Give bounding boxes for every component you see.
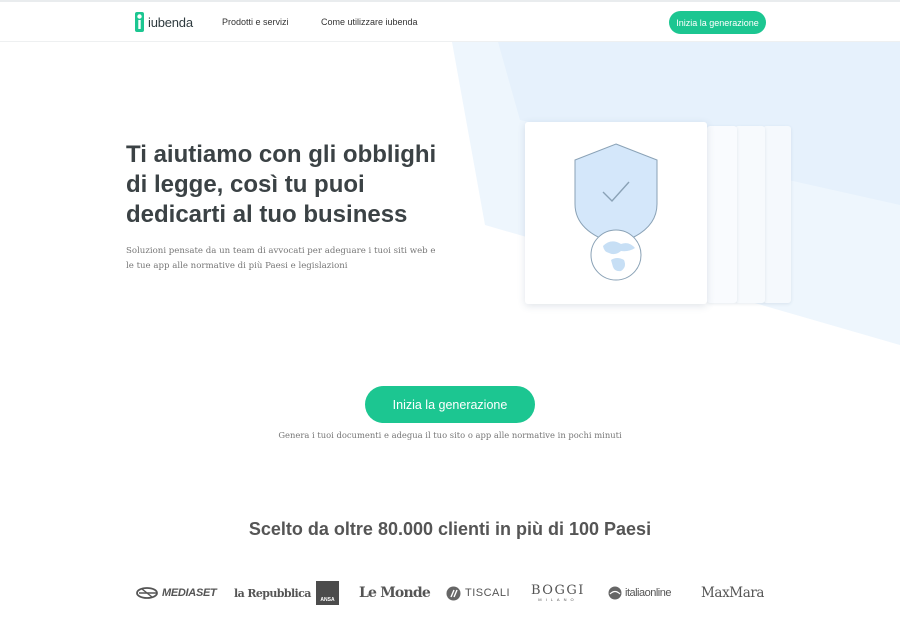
hero-subtext: Soluzioni pensate da un team di avvocati… xyxy=(126,246,436,271)
mediaset-logo-text: MEDIASET xyxy=(162,587,217,599)
boggi-milano-logo: BOGGI MILANO xyxy=(531,578,585,608)
maxmara-logo-text: MaxMara xyxy=(701,585,765,601)
ansa-logo-box: ANSA xyxy=(316,581,339,605)
tiscali-logo: TISCALI xyxy=(446,578,510,608)
boggi-logo-subtext: MILANO xyxy=(538,596,578,602)
hero-headline-line-3: dedicarti al tuo business xyxy=(126,201,408,228)
hero-headline: Ti aiutiamo con gli obblighi di legge, c… xyxy=(126,140,456,230)
italiaonline-logo: italiaonline xyxy=(608,578,671,608)
hero-illustration xyxy=(525,122,795,307)
tiscali-logo-text: TISCALI xyxy=(465,587,511,599)
tiscali-mark-icon xyxy=(446,586,461,600)
hero-headline-line-1: Ti aiutiamo con gli obblighi xyxy=(126,141,437,168)
top-navbar: iubenda Prodotti e servizi Come utilizza… xyxy=(0,2,900,42)
italiaonline-mark-icon xyxy=(608,586,622,600)
main-start-generation-button[interactable]: Inizia la generazione xyxy=(365,386,535,423)
ansa-logo-text: ANSA xyxy=(320,597,335,603)
client-logos: MEDIASET la Repubblica ANSA Le Monde TIS… xyxy=(0,578,900,608)
italiaonline-logo-text: italiaonline xyxy=(625,587,671,599)
cta-note: Genera i tuoi documenti e adegua il tuo … xyxy=(278,430,622,440)
mediaset-logo: MEDIASET xyxy=(136,578,217,608)
ansa-logo: ANSA xyxy=(316,578,339,608)
la-repubblica-logo: la Repubblica xyxy=(234,578,311,608)
boggi-logo-text: BOGGI xyxy=(531,582,585,598)
iubenda-logo-icon xyxy=(135,12,144,32)
le-monde-logo: Le Monde xyxy=(359,578,431,608)
logo-text: iubenda xyxy=(148,14,193,30)
nav-prodotti-e-servizi[interactable]: Prodotti e servizi xyxy=(222,17,289,27)
document-card-back-2 xyxy=(735,126,765,303)
globe-icon xyxy=(590,229,642,281)
la-repubblica-logo-text: la Repubblica xyxy=(234,586,311,600)
header-start-generation-button[interactable]: Inizia la generazione xyxy=(669,11,766,34)
document-card-back-3 xyxy=(763,126,791,303)
document-card-back-1 xyxy=(707,126,737,303)
clients-title: Scelto da oltre 80.000 clienti in più di… xyxy=(248,519,652,539)
nav-come-utilizzare-iubenda[interactable]: Come utilizzare iubenda xyxy=(321,17,418,27)
maxmara-logo: MaxMara xyxy=(701,578,764,608)
le-monde-logo-text: Le Monde xyxy=(359,585,431,601)
mediaset-biscione-icon xyxy=(136,587,158,599)
document-card-front xyxy=(525,122,707,304)
hero-headline-line-2: di legge, così tu puoi xyxy=(126,171,365,198)
iubenda-logo[interactable]: iubenda xyxy=(135,11,193,33)
